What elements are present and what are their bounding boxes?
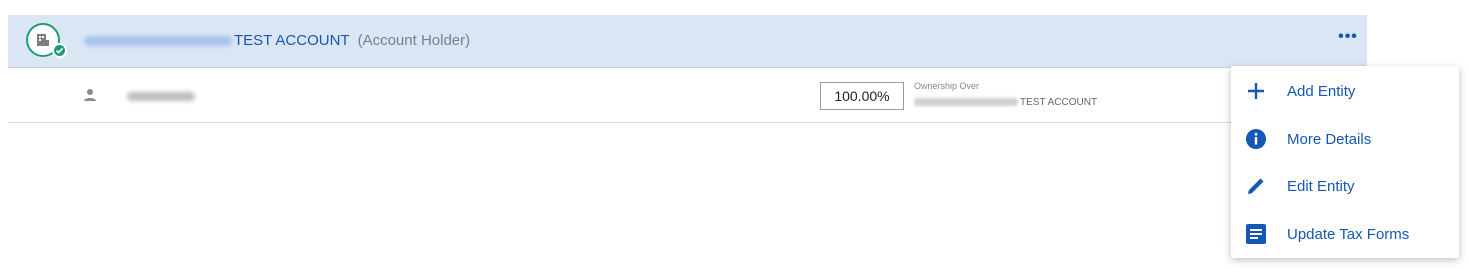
redacted-target-name <box>914 98 1018 107</box>
owner-row[interactable]: 100.00% Ownership Over TEST ACCOUNT <box>8 68 1367 123</box>
more-options-button[interactable]: ••• <box>1337 28 1359 49</box>
menu-item-add-entity[interactable]: Add Entity <box>1231 68 1459 114</box>
verified-check-icon <box>52 43 67 58</box>
ownership-percent-field[interactable]: 100.00% <box>820 82 904 110</box>
page: TEST ACCOUNT (Account Holder) ••• 100.00%… <box>0 0 1468 268</box>
menu-item-label: Add Entity <box>1287 83 1356 100</box>
info-icon <box>1246 129 1266 149</box>
redacted-account-name <box>84 36 232 47</box>
account-title[interactable]: TEST ACCOUNT (Account Holder) <box>84 32 470 49</box>
menu-item-label: Edit Entity <box>1287 178 1355 195</box>
menu-item-edit-entity[interactable]: Edit Entity <box>1231 163 1459 209</box>
account-name-text: TEST ACCOUNT <box>234 32 350 49</box>
ownership-target-text: TEST ACCOUNT <box>1020 97 1098 108</box>
menu-item-label: Update Tax Forms <box>1287 226 1410 243</box>
building-icon <box>37 34 49 46</box>
account-role: (Account Holder) <box>357 32 471 49</box>
more-horizontal-icon: ••• <box>1338 28 1358 45</box>
entity-context-menu: Add Entity More Details Edit Entity Upda… <box>1231 66 1459 258</box>
menu-item-update-tax-forms[interactable]: Update Tax Forms <box>1231 211 1459 257</box>
document-icon <box>1246 224 1266 244</box>
plus-icon <box>1248 83 1264 99</box>
pencil-icon <box>1248 178 1264 194</box>
account-header-row[interactable]: TEST ACCOUNT (Account Holder) ••• <box>8 15 1367 68</box>
menu-item-label: More Details <box>1287 131 1372 148</box>
ownership-target: TEST ACCOUNT <box>914 97 1097 108</box>
menu-item-more-details[interactable]: More Details <box>1231 116 1459 162</box>
ownership-label: Ownership Over <box>914 81 980 91</box>
person-icon <box>84 89 96 101</box>
redacted-owner-name <box>127 92 195 101</box>
